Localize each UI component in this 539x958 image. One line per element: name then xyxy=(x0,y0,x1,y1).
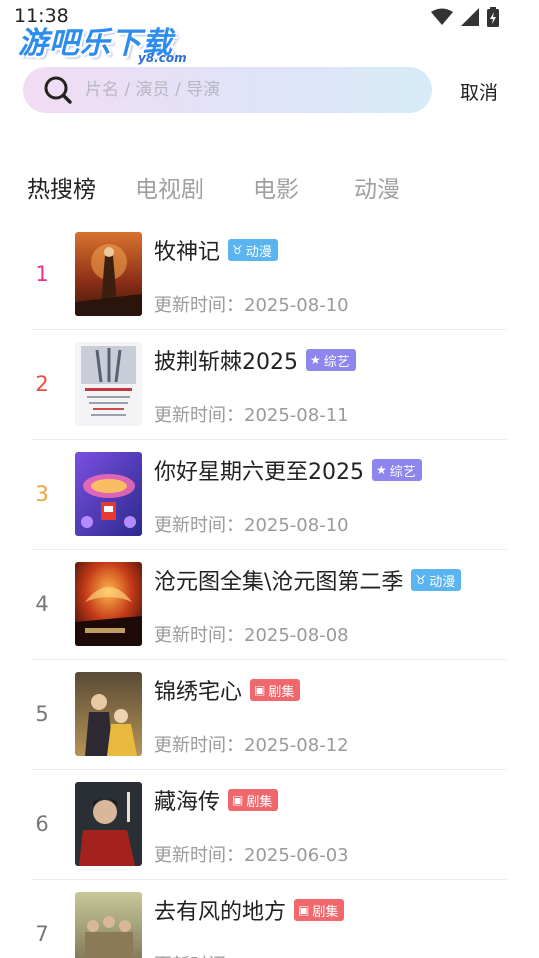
tab-movies[interactable]: 电影 xyxy=(253,170,299,204)
tab-tv-series[interactable]: 电视剧 xyxy=(135,170,204,204)
variety-icon: ★ xyxy=(310,353,321,367)
poster-thumbnail[interactable] xyxy=(75,782,142,866)
rank-number: 6 xyxy=(35,812,49,836)
item-title: 锦绣宅心 xyxy=(154,680,243,705)
item-title: 你好星期六更至2025 xyxy=(154,460,364,485)
rank-number: 2 xyxy=(35,372,49,396)
update-time: 更新时间：2025-08-10 xyxy=(154,295,349,316)
rank-number: 3 xyxy=(35,482,49,506)
item-title: 去有风的地方 xyxy=(154,900,287,925)
list-item[interactable]: 7 去有风的地方 ▣剧集 更新时间：2024-04-10 xyxy=(0,880,539,958)
poster-thumbnail[interactable] xyxy=(75,672,142,756)
update-time: 更新时间：2024-04-10 xyxy=(154,951,349,958)
rank-number: 4 xyxy=(35,592,49,616)
update-time: 更新时间：2025-08-08 xyxy=(154,625,349,646)
search-screen: 11:38 游吧乐下载 y8.com 取消 热搜榜 xyxy=(0,0,539,958)
item-title: 沧元图全集\沧元图第二季 xyxy=(154,570,404,595)
status-icons xyxy=(431,7,499,27)
poster-thumbnail[interactable] xyxy=(75,342,142,426)
update-time: 更新时间：2025-06-03 xyxy=(154,845,349,866)
series-icon: ▣ xyxy=(298,903,310,917)
wifi-icon xyxy=(431,8,453,25)
poster-thumbnail[interactable] xyxy=(75,232,142,316)
watermark-subtext: y8.com xyxy=(138,51,187,65)
item-title: 藏海传 xyxy=(154,790,221,815)
poster-thumbnail[interactable] xyxy=(75,452,142,536)
category-tabs: 热搜榜 电视剧 电影 动漫 xyxy=(0,166,539,206)
cancel-button[interactable]: 取消 xyxy=(460,78,498,105)
item-title: 牧神记 xyxy=(154,240,221,265)
rank-number: 7 xyxy=(35,922,49,946)
tab-anime[interactable]: 动漫 xyxy=(354,170,400,204)
search-bar[interactable] xyxy=(23,67,432,113)
poster-thumbnail[interactable] xyxy=(75,892,142,958)
anime-icon: ♉ xyxy=(232,243,243,257)
watermark-logo: 游吧乐下载 y8.com xyxy=(18,18,188,66)
variety-icon: ★ xyxy=(376,463,387,477)
category-tag: ▣ 剧集 xyxy=(294,899,345,921)
update-time: 更新时间：2025-08-12 xyxy=(154,735,349,756)
series-icon: ▣ xyxy=(232,793,244,807)
list-item[interactable]: 4 沧元图全集\沧元图第二季 ♉ 动漫 更新时间：2025-08-08 xyxy=(0,550,539,660)
hot-search-list: 1 牧神记 ♉ 动漫 更新时间：2025-08-10 2 披荆斩棘2025 ★ … xyxy=(0,220,539,958)
search-icon[interactable] xyxy=(43,75,73,105)
update-time: 更新时间：2025-08-10 xyxy=(154,515,349,536)
category-tag: ♉ 动漫 xyxy=(411,569,462,591)
update-time: 更新时间：2025-08-11 xyxy=(154,405,349,426)
poster-thumbnail[interactable] xyxy=(75,562,142,646)
category-tag: ★ 综艺 xyxy=(372,459,422,481)
tab-hot-search[interactable]: 热搜榜 xyxy=(27,170,96,204)
list-item[interactable]: 3 你好星期六更至2025 ★ 综艺 更新时间：2025-08-10 xyxy=(0,440,539,550)
list-item[interactable]: 5 锦绣宅心 ▣ 剧集 更新时间：2025-08-12 xyxy=(0,660,539,770)
series-icon: ▣ xyxy=(254,683,266,697)
list-item[interactable]: 1 牧神记 ♉ 动漫 更新时间：2025-08-10 xyxy=(0,220,539,330)
category-tag: ▣ 剧集 xyxy=(250,679,301,701)
category-tag: ★ 综艺 xyxy=(306,349,356,371)
anime-icon: ♉ xyxy=(415,573,427,587)
rank-number: 1 xyxy=(35,262,49,286)
list-item[interactable]: 2 披荆斩棘2025 ★ 综艺 更新时间：2025-08-11 xyxy=(0,330,539,440)
rank-number: 5 xyxy=(35,702,49,726)
category-tag: ♉ 动漫 xyxy=(228,239,278,261)
battery-icon xyxy=(487,7,499,27)
category-tag: ▣ 剧集 xyxy=(228,789,279,811)
signal-icon xyxy=(461,8,479,26)
list-item[interactable]: 6 藏海传 ▣ 剧集 更新时间：2025-06-03 xyxy=(0,770,539,880)
search-input[interactable] xyxy=(85,80,385,100)
item-title: 披荆斩棘2025 xyxy=(154,350,298,375)
